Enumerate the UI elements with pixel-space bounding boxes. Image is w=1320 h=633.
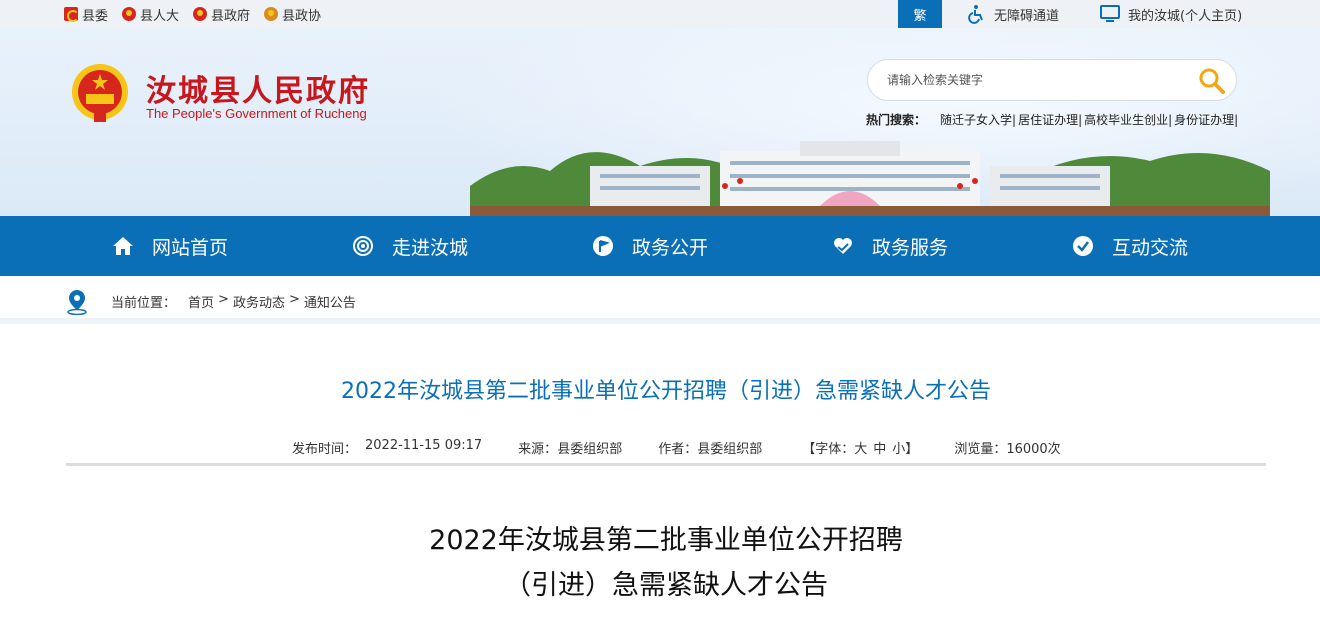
publish-time: 2022-11-15 09:17 xyxy=(365,438,483,453)
search-input[interactable] xyxy=(887,73,1187,87)
hot-search-label: 热门搜索： xyxy=(866,113,927,127)
national-emblem-logo xyxy=(72,64,128,122)
views-value: 16000次 xyxy=(1006,442,1061,457)
breadcrumb-item-news[interactable]: 政务动态 xyxy=(233,292,285,311)
site-subtitle: The People's Government of Rucheng xyxy=(146,106,367,121)
heart-hand-icon xyxy=(834,238,852,254)
fontsize-medium-button[interactable]: 中 xyxy=(873,438,886,457)
site-header: 汝城县人民政府 The People's Government of Ruche… xyxy=(0,28,1320,216)
article-title: 2022年汝城县第二批事业单位公开招聘（引进）急需紧缺人才公告 xyxy=(341,379,991,404)
national-emblem-icon xyxy=(193,7,208,21)
flag-icon xyxy=(593,236,613,256)
org-link-label: 县政协 xyxy=(282,8,322,24)
author-value: 县委组织部 xyxy=(697,442,763,457)
article-body-title: 2022年汝城县第二批事业单位公开招聘 （引进）急需紧缺人才公告 xyxy=(0,518,1320,608)
location-pin-icon xyxy=(67,290,87,315)
national-emblem-icon xyxy=(122,7,137,21)
cppcc-emblem-icon xyxy=(264,7,279,21)
org-link-label: 县政府 xyxy=(211,8,251,24)
org-link-peoples-congress[interactable]: 县人大 xyxy=(122,5,179,24)
body-title-line1: 2022年汝城县第二批事业单位公开招聘 xyxy=(429,525,903,556)
site-title: 汝城县人民政府 xyxy=(146,74,370,109)
target-icon xyxy=(353,236,373,256)
source-label: 来源： xyxy=(518,442,558,457)
hot-keyword[interactable]: 居住证办理| xyxy=(1018,111,1082,128)
accessibility-link[interactable]: 无障碍通道 xyxy=(966,0,1059,28)
views-label: 浏览量： xyxy=(954,442,1007,457)
breadcrumb-item-notices[interactable]: 通知公告 xyxy=(304,292,356,311)
source-value: 县委组织部 xyxy=(557,442,623,457)
breadcrumb: 当前位置： 首页 > 政务动态 > 通知公告 xyxy=(0,276,1320,324)
nav-item-label: 网站首页 xyxy=(152,236,229,259)
title-divider xyxy=(66,463,1266,466)
hot-keyword[interactable]: 身份证办理| xyxy=(1174,111,1238,128)
org-links: 县委 县人大 县政府 县政协 xyxy=(64,0,321,28)
org-link-label: 县委 xyxy=(82,8,109,24)
org-link-government[interactable]: 县政府 xyxy=(193,5,250,24)
body-title-line2: （引进）急需紧缺人才公告 xyxy=(504,570,828,601)
homepage-label: 我的汝城(个人主页) xyxy=(1128,8,1243,24)
breadcrumb-text: 当前位置： 首页 > 政务动态 > 通知公告 xyxy=(111,292,356,311)
search-box xyxy=(867,59,1237,101)
nav-item-label: 政务公开 xyxy=(632,236,709,259)
nav-item-interaction[interactable]: 互动交流 xyxy=(1072,216,1188,276)
search-icon[interactable] xyxy=(1198,67,1226,95)
org-link-party-committee[interactable]: 县委 xyxy=(64,5,108,24)
hot-searches: 热门搜索： 随迁子女入学| 居住证办理| 高校毕业生创业| 身份证办理| xyxy=(866,111,1238,128)
fontsize-label: 【字体： xyxy=(802,442,855,457)
fontsize-end: 】 xyxy=(905,442,919,457)
nav-item-about[interactable]: 走进汝城 xyxy=(352,216,468,276)
accessibility-label: 无障碍通道 xyxy=(994,8,1060,24)
publish-label: 发布时间： xyxy=(292,442,358,457)
fontsize-large-button[interactable]: 大 xyxy=(854,438,867,457)
nav-item-label: 走进汝城 xyxy=(392,236,469,259)
nav-item-home[interactable]: 网站首页 xyxy=(112,216,228,276)
government-building-image xyxy=(470,141,1270,216)
nav-item-public-affairs[interactable]: 政务公开 xyxy=(592,216,708,276)
breadcrumb-separator: > xyxy=(218,292,229,307)
org-link-cppcc[interactable]: 县政协 xyxy=(264,5,321,24)
nav-item-label: 互动交流 xyxy=(1112,236,1189,259)
breadcrumb-item-home[interactable]: 首页 xyxy=(188,292,214,311)
main-nav: 网站首页 走进汝城 政务公开 政务服务 互动交流 xyxy=(0,216,1320,276)
breadcrumb-separator: > xyxy=(288,292,300,307)
traditional-chinese-button[interactable]: 繁 xyxy=(898,0,942,28)
personal-homepage-link[interactable]: 我的汝城(个人主页) xyxy=(1100,0,1242,28)
fontsize-small-button[interactable]: 小 xyxy=(892,438,905,457)
author-label: 作者： xyxy=(658,442,698,457)
home-icon xyxy=(113,237,133,255)
monitor-icon xyxy=(1100,5,1120,22)
breadcrumb-label: 当前位置： xyxy=(111,296,177,311)
check-circle-icon xyxy=(1073,236,1093,256)
org-link-label: 县人大 xyxy=(140,8,180,24)
party-emblem-icon xyxy=(64,7,79,22)
wheelchair-icon xyxy=(968,5,983,24)
top-utility-bar: 县委 县人大 县政府 县政协 繁 无障碍通道 我的汝城(个人主页) xyxy=(0,0,1320,28)
article-meta: 发布时间： 2022-11-15 09:17 来源： 县委组织部 作者： 县委组… xyxy=(292,438,1061,457)
hot-keyword[interactable]: 随迁子女入学| xyxy=(940,111,1016,128)
hot-keyword[interactable]: 高校毕业生创业| xyxy=(1084,111,1172,128)
nav-item-services[interactable]: 政务服务 xyxy=(832,216,948,276)
nav-item-label: 政务服务 xyxy=(872,236,949,259)
